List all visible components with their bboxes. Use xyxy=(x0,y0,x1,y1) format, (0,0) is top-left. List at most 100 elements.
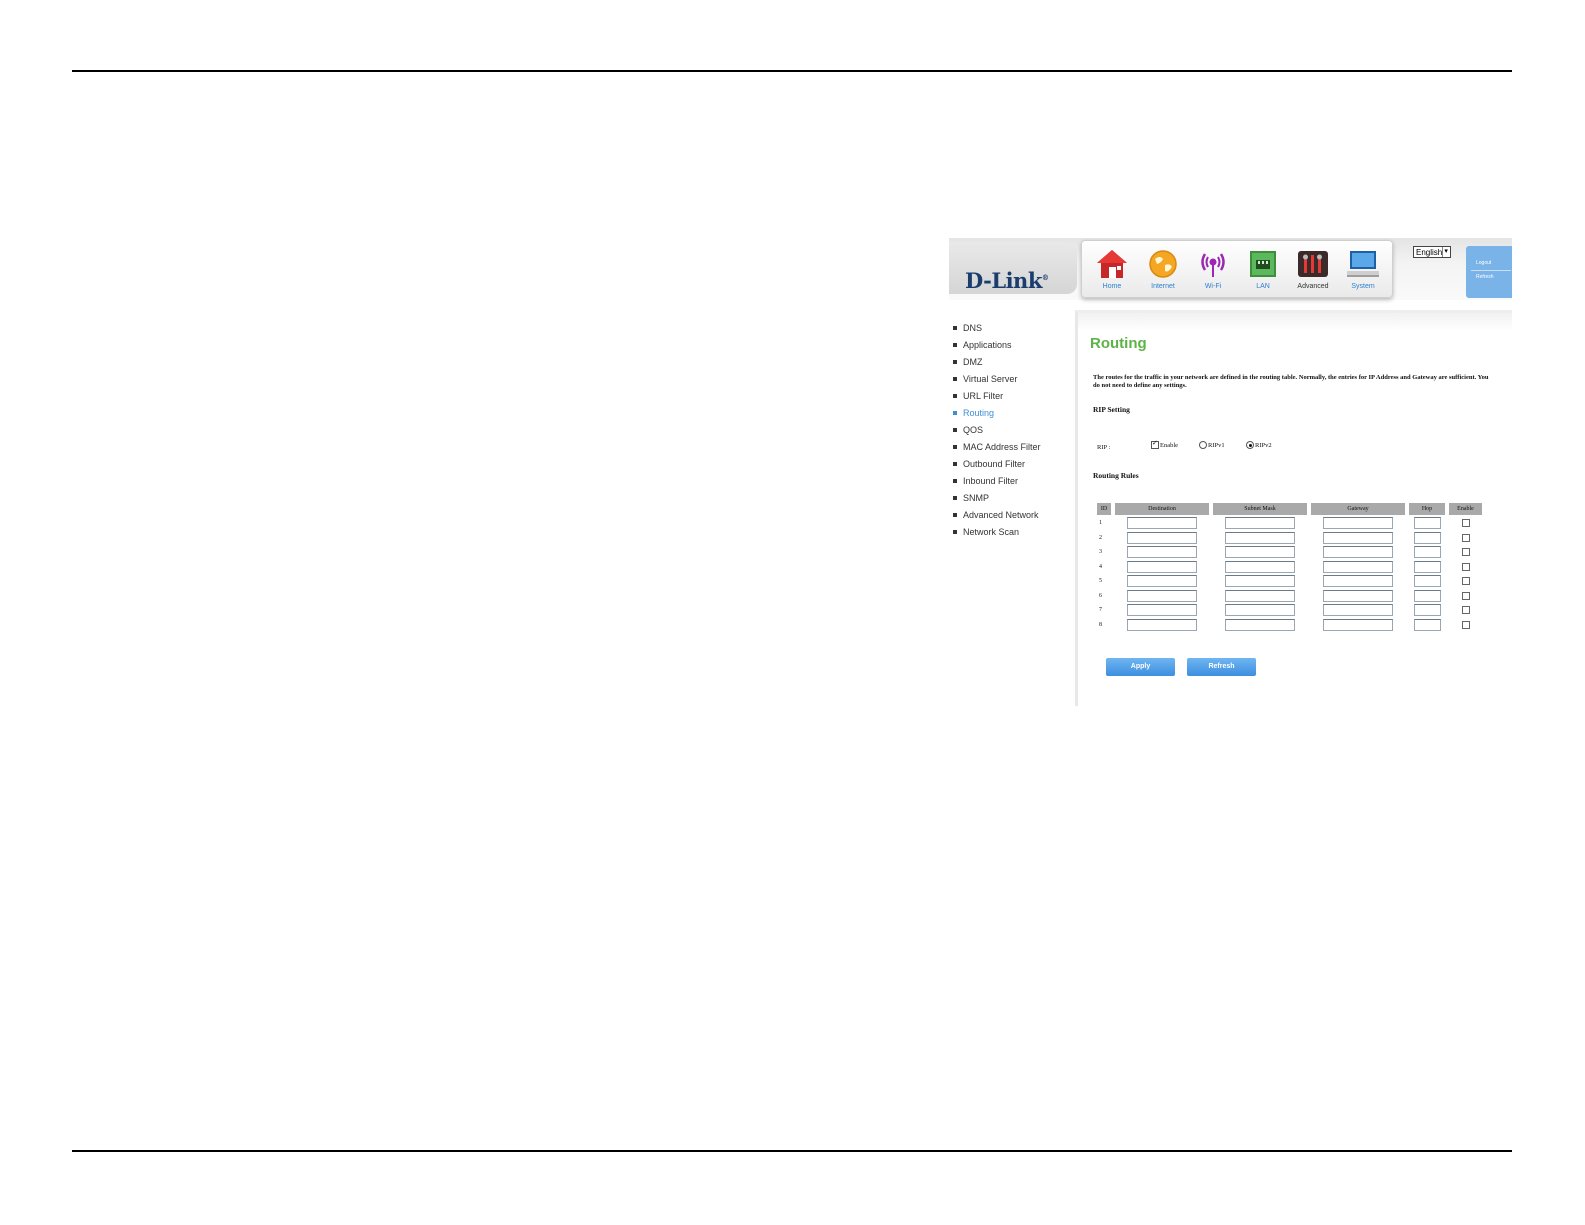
enable-checkbox[interactable] xyxy=(1461,548,1470,557)
bullet-icon xyxy=(953,530,957,534)
bullet-icon xyxy=(953,394,957,398)
apply-button[interactable]: Apply xyxy=(1106,658,1175,676)
rip-label: RIP : xyxy=(1097,444,1111,451)
menu-item-dmz[interactable]: DMZ xyxy=(953,354,1041,371)
nav-system[interactable]: System xyxy=(1338,249,1388,290)
enable-checkbox[interactable] xyxy=(1461,577,1470,586)
monitor-icon xyxy=(1347,251,1379,277)
ripv2-radio[interactable]: RIPv2 xyxy=(1246,441,1272,449)
rip-enable-checkbox[interactable]: Enable xyxy=(1151,439,1178,449)
routing-rules-table: ID Destination Subnet Mask Gateway Hop E… xyxy=(1093,501,1486,633)
hop-input[interactable] xyxy=(1413,575,1441,588)
bullet-icon xyxy=(953,496,957,500)
gateway-input[interactable] xyxy=(1323,604,1393,617)
destination-input[interactable] xyxy=(1127,560,1197,573)
tools-icon xyxy=(1298,251,1328,277)
hop-input[interactable] xyxy=(1413,618,1441,631)
hop-input[interactable] xyxy=(1413,517,1441,530)
nav-internet[interactable]: Internet xyxy=(1138,249,1188,290)
table-row: 4 xyxy=(1097,560,1482,574)
subnet-mask-input[interactable] xyxy=(1225,589,1295,602)
radio-empty-icon xyxy=(1199,441,1207,449)
enable-checkbox[interactable] xyxy=(1461,519,1470,528)
checkbox-checked-icon xyxy=(1151,439,1159,449)
nav-lan-label: LAN xyxy=(1256,283,1270,290)
menu-item-network-scan[interactable]: Network Scan xyxy=(953,524,1041,541)
house-icon xyxy=(1097,250,1127,278)
logout-link[interactable]: Logout xyxy=(1476,260,1491,266)
nav-home-label: Home xyxy=(1102,283,1122,290)
account-panel: Logout Refresh xyxy=(1466,246,1512,298)
nav-internet-label: Internet xyxy=(1151,283,1175,290)
table-row: 8 xyxy=(1097,618,1482,632)
destination-input[interactable] xyxy=(1127,517,1197,530)
enable-checkbox[interactable] xyxy=(1461,533,1470,542)
gateway-input[interactable] xyxy=(1323,560,1393,573)
gateway-input[interactable] xyxy=(1323,618,1393,631)
bullet-icon xyxy=(953,360,957,364)
menu-item-mac-address-filter[interactable]: MAC Address Filter xyxy=(953,439,1041,456)
nav-advanced-label: Advanced xyxy=(1297,283,1329,290)
destination-input[interactable] xyxy=(1127,589,1197,602)
row-id: 1 xyxy=(1099,520,1102,527)
page-bottom-rule xyxy=(72,1150,1512,1152)
subnet-mask-input[interactable] xyxy=(1225,546,1295,559)
row-id: 8 xyxy=(1099,621,1102,628)
hop-input[interactable] xyxy=(1413,546,1441,559)
destination-input[interactable] xyxy=(1127,618,1197,631)
subnet-mask-input[interactable] xyxy=(1225,575,1295,588)
bullet-icon xyxy=(953,462,957,466)
menu-item-inbound-filter[interactable]: Inbound Filter xyxy=(953,473,1041,490)
table-row: 7 xyxy=(1097,604,1482,617)
enable-checkbox[interactable] xyxy=(1461,591,1470,600)
nav-home[interactable]: Home xyxy=(1087,249,1137,290)
refresh-button[interactable]: Refresh xyxy=(1187,658,1256,676)
col-gateway: Gateway xyxy=(1311,503,1405,515)
subnet-mask-input[interactable] xyxy=(1225,604,1295,617)
destination-input[interactable] xyxy=(1127,575,1197,588)
gateway-input[interactable] xyxy=(1323,546,1393,559)
gateway-input[interactable] xyxy=(1323,517,1393,530)
gateway-input[interactable] xyxy=(1323,575,1393,588)
col-id: ID xyxy=(1097,503,1111,515)
col-subnet-mask: Subnet Mask xyxy=(1213,503,1307,515)
router-header: D-Link® Home Internet Wi-Fi LAN Advanced… xyxy=(949,238,1512,300)
enable-checkbox[interactable] xyxy=(1461,606,1470,615)
page-top-rule xyxy=(72,70,1512,72)
menu-item-virtual-server[interactable]: Virtual Server xyxy=(953,371,1041,388)
destination-input[interactable] xyxy=(1127,531,1197,544)
language-select[interactable]: English ▾ xyxy=(1413,246,1451,258)
col-destination: Destination xyxy=(1115,503,1209,515)
destination-input[interactable] xyxy=(1127,604,1197,617)
rip-setting-heading: RIP Setting xyxy=(1093,405,1130,414)
subnet-mask-input[interactable] xyxy=(1225,517,1295,530)
subnet-mask-input[interactable] xyxy=(1225,618,1295,631)
menu-item-qos[interactable]: QOS xyxy=(953,422,1041,439)
gateway-input[interactable] xyxy=(1323,531,1393,544)
bullet-icon xyxy=(953,513,957,517)
nav-advanced[interactable]: Advanced xyxy=(1288,249,1338,290)
gateway-input[interactable] xyxy=(1323,589,1393,602)
hop-input[interactable] xyxy=(1413,589,1441,602)
menu-item-snmp[interactable]: SNMP xyxy=(953,490,1041,507)
row-id: 6 xyxy=(1099,592,1102,599)
chevron-down-icon: ▾ xyxy=(1442,247,1449,257)
menu-item-applications[interactable]: Applications xyxy=(953,337,1041,354)
hop-input[interactable] xyxy=(1413,560,1441,573)
hop-input[interactable] xyxy=(1413,531,1441,544)
destination-input[interactable] xyxy=(1127,546,1197,559)
nav-lan[interactable]: LAN xyxy=(1238,249,1288,290)
subnet-mask-input[interactable] xyxy=(1225,560,1295,573)
menu-item-url-filter[interactable]: URL Filter xyxy=(953,388,1041,405)
menu-item-outbound-filter[interactable]: Outbound Filter xyxy=(953,456,1041,473)
menu-item-dns[interactable]: DNS xyxy=(953,320,1041,337)
subnet-mask-input[interactable] xyxy=(1225,531,1295,544)
refresh-link[interactable]: Refresh xyxy=(1476,274,1494,280)
menu-item-routing[interactable]: Routing xyxy=(953,405,1041,422)
enable-checkbox[interactable] xyxy=(1461,620,1470,629)
enable-checkbox[interactable] xyxy=(1461,562,1470,571)
menu-item-advanced-network[interactable]: Advanced Network xyxy=(953,507,1041,524)
ripv1-radio[interactable]: RIPv1 xyxy=(1199,441,1225,449)
hop-input[interactable] xyxy=(1413,604,1441,617)
nav-wifi[interactable]: Wi-Fi xyxy=(1188,249,1238,290)
